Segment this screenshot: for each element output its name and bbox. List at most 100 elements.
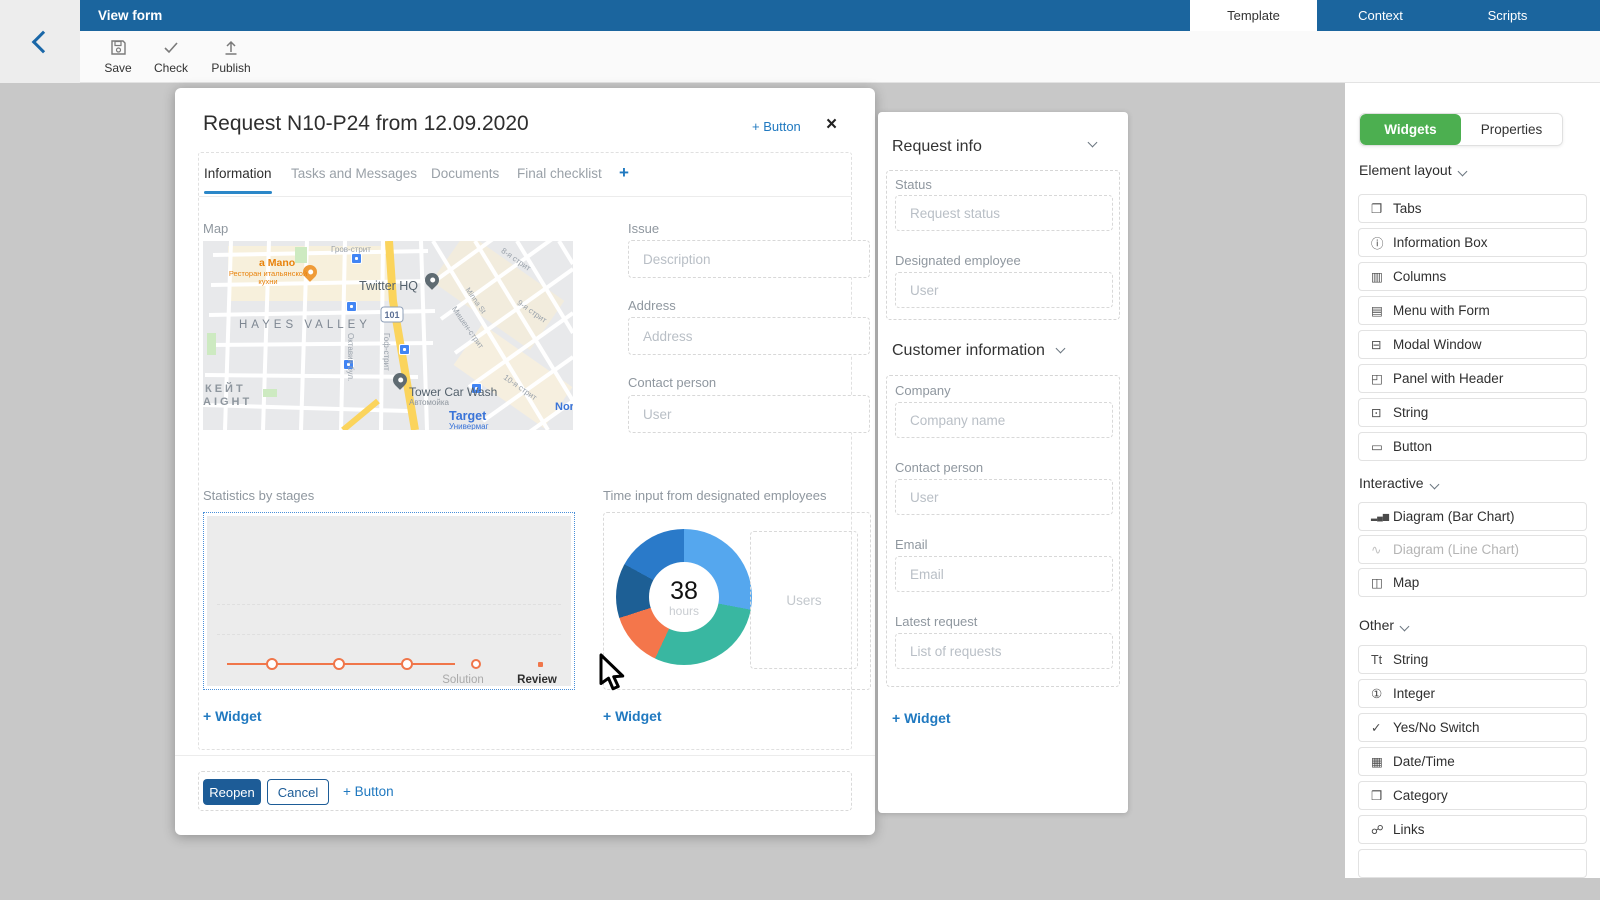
widget-item-map[interactable]: ◫Map [1358,568,1587,597]
widget-item-label: Information Box [1393,235,1488,250]
form-tab-documents[interactable]: Documents [431,166,499,181]
page-title: View form [98,0,162,31]
group-element-layout[interactable]: Element layout [1359,162,1466,178]
sidebar-tabs: Widgets Properties [1359,113,1563,146]
add-widget-link-right[interactable]: + Widget [603,708,662,724]
footer-divider [175,755,875,756]
contact-person-input[interactable]: User [628,395,870,433]
transit-icon [346,301,357,312]
tab-context[interactable]: Context [1317,0,1444,31]
request-info-group: Status Request status Designated employe… [886,170,1120,320]
widget-item-links[interactable]: ☍Links [1358,815,1587,844]
form-tab-final-checklist[interactable]: Final checklist [517,166,602,181]
map-widget[interactable]: 101 a Mano Ресторан итальянской кухни Tw… [203,241,573,430]
widget-item-label: Date/Time [1393,754,1455,769]
form-tab-tasks-and-messages[interactable]: Tasks and Messages [291,166,417,181]
widget-item-diagram-bar-chart[interactable]: ▂▄▆Diagram (Bar Chart) [1358,502,1587,531]
contact-person-input[interactable]: User [895,479,1113,515]
widget-item-string[interactable]: TtString [1358,645,1587,674]
widget-item-information-box[interactable]: ⓘInformation Box [1358,228,1587,257]
close-icon[interactable]: × [826,114,837,136]
add-widget-link-left[interactable]: + Widget [203,708,262,724]
stage-label-review: Review [517,674,557,686]
email-input[interactable]: Email [895,556,1113,592]
chevron-down-icon [1056,344,1066,354]
footer-add-button-link[interactable]: + Button [343,784,394,799]
widget-item-tabs[interactable]: ❐Tabs [1358,194,1587,223]
data-point [266,658,278,670]
widget-item-empty[interactable] [1358,849,1587,878]
publish-button[interactable]: Publish [206,37,256,75]
latest-request-input[interactable]: List of requests [895,633,1113,669]
contact-person-label: Contact person [895,460,983,475]
toolbar: Save Check Publish [80,31,1600,83]
widget-item-label: Columns [1393,269,1446,284]
text-icon: Tt [1371,653,1393,667]
widget-item-label: Diagram (Line Chart) [1393,542,1519,557]
back-button[interactable] [0,0,80,83]
donut-center-value: 38 [670,577,698,606]
widget-item-button[interactable]: ▭Button [1358,432,1587,461]
widget-item-label: Integer [1393,686,1435,701]
line-chart-area: Solution Review [207,516,571,686]
tab-widgets[interactable]: Widgets [1360,114,1461,145]
widget-item-panel-with-header[interactable]: ◰Panel with Header [1358,364,1587,393]
add-tab-icon[interactable]: + [619,163,629,183]
add-widget-link[interactable]: + Widget [892,710,951,726]
publish-label: Publish [211,61,250,75]
widget-item-menu-with-form[interactable]: ▤Menu with Form [1358,296,1587,325]
cancel-button[interactable]: Cancel [267,779,329,805]
widget-item-string-layout[interactable]: ⊡String [1358,398,1587,427]
company-input[interactable]: Company name [895,402,1113,438]
widget-item-label: Map [1393,575,1419,590]
group-other[interactable]: Other [1359,617,1408,633]
link-icon: ☍ [1371,822,1393,837]
form-tabs: Information Tasks and Messages Documents… [199,154,851,197]
save-button[interactable]: Save [98,37,138,75]
reopen-button[interactable]: Reopen [203,779,261,805]
tab-scripts[interactable]: Scripts [1444,0,1571,31]
widget-item-columns[interactable]: ▥Columns [1358,262,1587,291]
map-base: 101 [203,241,573,430]
status-label: Status [895,177,932,192]
stage-label-solution: Solution [442,674,484,686]
widget-item-label: Yes/No Switch [1393,720,1480,735]
widget-item-label: Menu with Form [1393,303,1490,318]
group-interactive[interactable]: Interactive [1359,475,1438,491]
users-legend-placeholder[interactable]: Users [750,531,858,669]
checkmark-icon [148,39,194,61]
data-point [471,659,481,669]
transit-icon [343,359,354,370]
calendar-icon: ▦ [1371,754,1393,769]
upload-arrow-icon [206,39,256,61]
gridline [217,604,561,605]
string-icon: ⊡ [1371,405,1393,420]
customer-information-group: Company Company name Contact person User… [886,375,1120,687]
back-chevron-icon [32,30,55,53]
line-chart-widget[interactable]: Solution Review [203,512,575,690]
tab-properties[interactable]: Properties [1461,114,1562,145]
request-info-header[interactable]: Request info [892,138,982,156]
widget-item-modal-window[interactable]: ⊟Modal Window [1358,330,1587,359]
floppy-disk-icon [98,39,138,61]
chevron-down-icon [1400,622,1410,632]
form-tab-information[interactable]: Information [204,166,272,181]
panel-header-icon: ◰ [1371,371,1393,386]
widget-item-label: String [1393,405,1428,420]
widget-item-integer[interactable]: ①Integer [1358,679,1587,708]
donut-chart-widget[interactable]: 38 hours Users [603,512,871,690]
designated-employee-input[interactable]: User [895,272,1113,308]
company-label: Company [895,383,951,398]
map-widget-label: Map [203,221,228,236]
address-label: Address [628,298,676,313]
tab-template[interactable]: Template [1190,0,1317,31]
add-button-link[interactable]: + Button [752,119,801,134]
widget-item-category[interactable]: ❒Category [1358,781,1587,810]
check-button[interactable]: Check [148,37,194,75]
address-input[interactable]: Address [628,317,870,355]
issue-input[interactable]: Description [628,240,870,278]
status-input[interactable]: Request status [895,195,1113,231]
customer-information-header[interactable]: Customer information [892,342,1045,360]
widget-item-date-time[interactable]: ▦Date/Time [1358,747,1587,776]
widget-item-yes-no-switch[interactable]: ✓Yes/No Switch [1358,713,1587,742]
